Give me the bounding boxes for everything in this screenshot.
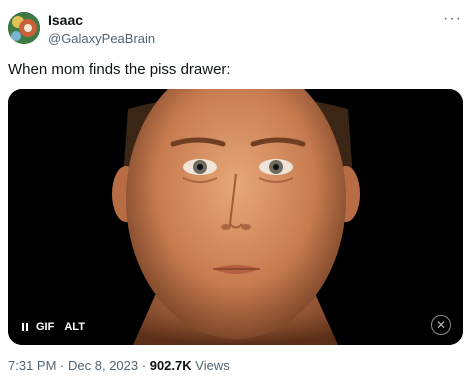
meta-separator: · (141, 358, 147, 373)
xbox-logo-icon: ✕ (431, 315, 451, 335)
gif-label: GIF (36, 321, 55, 333)
meta-separator: · (60, 358, 65, 373)
user-name[interactable]: Isaac (48, 12, 83, 29)
tweet-text: When mom finds the piss drawer: (8, 61, 231, 78)
tweet-time[interactable]: 7:31 PM (8, 358, 56, 373)
views-label: Views (195, 358, 230, 373)
pause-icon[interactable] (22, 323, 28, 331)
user-handle[interactable]: @GalaxyPeaBrain (48, 31, 155, 47)
avatar[interactable] (8, 12, 40, 44)
gif-media[interactable]: GIF ALT ✕ (8, 89, 463, 345)
alt-button[interactable]: ALT (62, 321, 87, 333)
gif-frame (8, 89, 463, 345)
gif-controls: GIF ALT (22, 321, 87, 333)
tweet-date[interactable]: Dec 8, 2023 (68, 358, 138, 373)
more-horizontal-icon[interactable]: ··· (443, 10, 462, 28)
tweet-meta: 7:31 PM · Dec 8, 2023 · 902.7K Views (8, 358, 230, 374)
views-count[interactable]: 902.7K (150, 358, 192, 373)
